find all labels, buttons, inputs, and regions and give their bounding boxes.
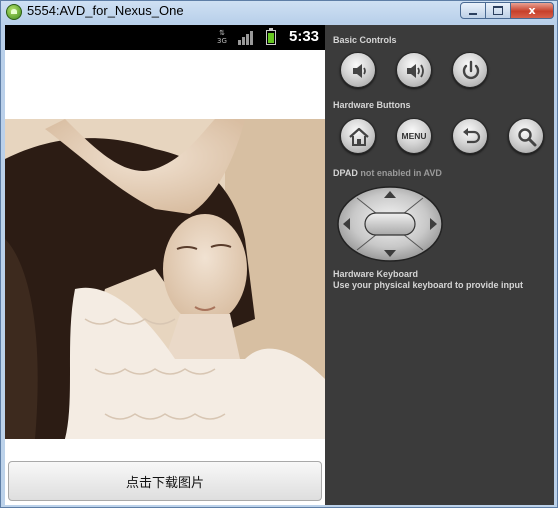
search-button[interactable] — [508, 118, 544, 154]
volume-up-button[interactable] — [396, 52, 432, 88]
status-bar: ⇅ 3G 5:33 — [5, 25, 325, 50]
window-title: 5554:AVD_for_Nexus_One — [27, 3, 184, 18]
power-button[interactable] — [452, 52, 488, 88]
dpad-note: not enabled in AVD — [360, 168, 442, 178]
signal-icon — [238, 31, 253, 45]
hardware-keyboard-heading: Hardware Keyboard — [333, 269, 419, 279]
hardware-buttons-heading: Hardware Buttons — [333, 100, 411, 110]
dpad-control[interactable] — [337, 186, 443, 262]
emulator-window: 5554:AVD_for_Nexus_One x ⇅ 3G 5:33 点击下载图… — [0, 0, 558, 508]
volume-up-icon — [407, 64, 424, 78]
volume-down-button[interactable] — [340, 52, 376, 88]
battery-icon — [266, 28, 276, 45]
maximize-button[interactable] — [485, 2, 511, 19]
menu-button[interactable]: MENU — [396, 118, 432, 154]
minimize-icon — [469, 12, 477, 15]
home-button[interactable] — [340, 118, 376, 154]
back-button[interactable] — [452, 118, 488, 154]
photo-illustration — [5, 119, 325, 439]
android-app-icon — [6, 4, 22, 20]
data-activity-icon: ⇅ 3G — [217, 29, 227, 45]
hardware-keyboard-info: Hardware Keyboard Use your physical keyb… — [333, 269, 523, 291]
search-icon — [518, 128, 537, 147]
downloaded-image — [5, 119, 325, 439]
window-controls: x — [460, 2, 554, 20]
close-icon: x — [528, 4, 536, 17]
hardware-keyboard-note: Use your physical keyboard to provide in… — [333, 280, 524, 290]
controls-panel: Basic Controls Hardware Buttons MENU DPA… — [325, 25, 554, 505]
dpad-label: DPAD — [333, 168, 358, 178]
close-button[interactable]: x — [510, 2, 554, 19]
home-icon — [349, 127, 369, 146]
power-icon — [462, 60, 480, 80]
volume-down-icon — [353, 64, 366, 78]
menu-button-label: MENU — [401, 131, 427, 141]
minimize-button[interactable] — [460, 2, 486, 19]
dpad-heading: DPAD not enabled in AVD — [333, 168, 442, 178]
back-icon — [463, 128, 481, 144]
title-bar[interactable]: 5554:AVD_for_Nexus_One x — [1, 1, 558, 25]
download-image-button[interactable]: 点击下载图片 — [8, 461, 322, 501]
basic-controls-heading: Basic Controls — [333, 35, 397, 45]
emulator-screen[interactable]: ⇅ 3G 5:33 点击下载图片 — [5, 25, 325, 505]
maximize-icon — [493, 6, 503, 15]
status-time: 5:33 — [289, 28, 320, 45]
